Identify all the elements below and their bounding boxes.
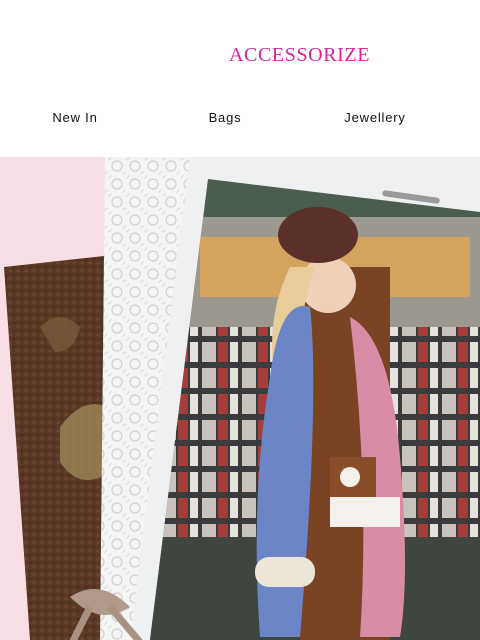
nav-item-jewellery[interactable]: Jewellery — [315, 110, 435, 125]
nav-item-new-in[interactable]: New In — [15, 110, 135, 125]
flower-patch-icon — [340, 467, 360, 487]
hero-banner[interactable] — [0, 157, 480, 640]
hero-collage-image — [0, 157, 480, 640]
nav-item-bags[interactable]: Bags — [165, 110, 285, 125]
brand-logo[interactable]: ACCESSORIZE — [229, 44, 370, 67]
main-nav: New In Bags Jewellery — [0, 110, 480, 130]
site-header: ACCESSORIZE New In Bags Jewellery — [0, 0, 480, 157]
beret-icon — [278, 207, 358, 263]
